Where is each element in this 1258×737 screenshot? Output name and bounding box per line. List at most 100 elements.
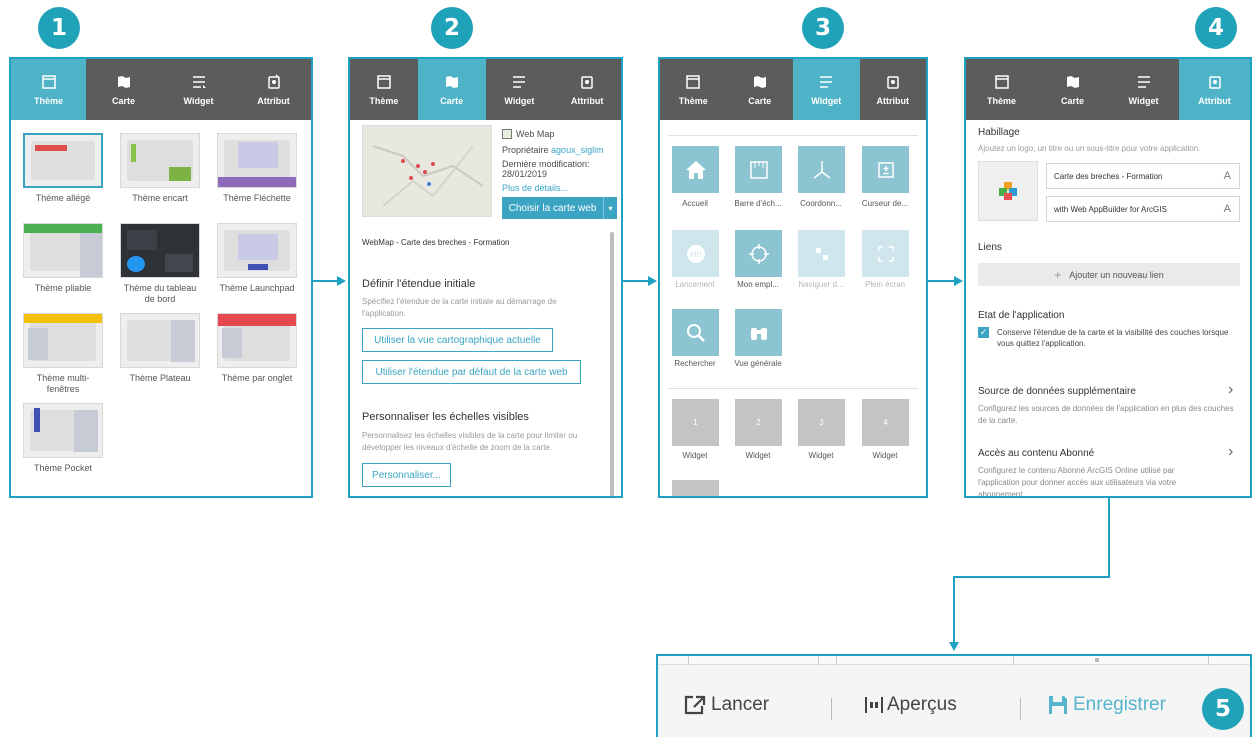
arrow-head (954, 276, 963, 286)
choose-webmap-button[interactable]: Choisir la carte web ▾ (502, 197, 617, 219)
theme-item[interactable]: Thème Pocket (23, 403, 103, 493)
tab-theme[interactable]: Thème (350, 59, 418, 120)
previews-button[interactable]: Aperçus (864, 694, 957, 716)
widget-search[interactable] (672, 309, 719, 356)
tab-widget[interactable]: Widget (161, 59, 236, 120)
theme-thumbnail[interactable] (217, 133, 297, 188)
tab-attribut[interactable]: Attribut (236, 59, 311, 120)
widget-navigate[interactable] (798, 230, 845, 277)
theme-thumbnail[interactable] (217, 313, 297, 368)
widget-slot[interactable]: 3 (798, 399, 845, 446)
theme-item[interactable]: Thème encart (120, 133, 200, 223)
widget-splash[interactable]: Hi! (672, 230, 719, 277)
widget-slot[interactable]: 1 (672, 399, 719, 446)
widget-fullscreen[interactable] (862, 230, 909, 277)
widget-overview[interactable] (735, 309, 782, 356)
font-style-icon[interactable]: A (1224, 203, 1231, 215)
default-extent-button[interactable]: Utiliser l'étendue par défaut de la cart… (362, 360, 581, 384)
theme-item[interactable]: Thème du tableau de bord (120, 223, 200, 313)
tab-attribut[interactable]: Attribut (1179, 59, 1250, 120)
tab-carte[interactable]: Carte (86, 59, 161, 120)
widget-slot-label: Widget (745, 451, 771, 460)
theme-item[interactable]: Thème allégé (23, 133, 103, 223)
theme-thumbnail[interactable] (120, 133, 200, 188)
theme-thumbnail[interactable] (120, 313, 200, 368)
widget-slider[interactable] (862, 146, 909, 193)
widget-home[interactable] (672, 146, 719, 193)
tab-label: Carte (111, 95, 135, 106)
theme-item[interactable]: Thème multi-fenêtres (23, 313, 103, 403)
state-checkbox[interactable]: ✓ (978, 327, 989, 338)
tab-theme[interactable]: Thème (966, 59, 1037, 120)
tab-carte[interactable]: Carte (1037, 59, 1108, 120)
widget-label: Accueil (682, 199, 708, 208)
theme-thumbnail[interactable] (217, 223, 297, 278)
tab-label: Widget (811, 95, 842, 106)
font-style-icon[interactable]: A (1224, 170, 1231, 182)
tab-bar: Thème Carte Widget Attribut (11, 59, 311, 120)
tab-theme[interactable]: Thème (660, 59, 727, 120)
tab-widget[interactable]: Widget (1108, 59, 1179, 120)
launch-button[interactable]: Lancer (683, 694, 769, 716)
save-button[interactable]: Enregistrer (1047, 694, 1166, 716)
tab-theme[interactable]: Thème (11, 59, 86, 120)
theme-thumbnail[interactable] (23, 223, 103, 278)
source-section[interactable]: Source de données supplémentaire › Confi… (966, 373, 1250, 425)
svg-text:Hi!: Hi! (690, 250, 701, 259)
widget-slot-label: Widget (872, 451, 898, 460)
tab-bar: Thème Carte Widget Attribut (350, 59, 621, 120)
theme-name: Thème Launchpad (219, 283, 295, 293)
tab-carte[interactable]: Carte (417, 59, 486, 120)
details-link[interactable]: Plus de détails... (502, 183, 568, 193)
logo-picker[interactable] (978, 161, 1038, 221)
theme-name: Thème Fléchette (223, 193, 291, 203)
widget-slot[interactable]: 2 (735, 399, 782, 446)
widget-panel: Thème Carte Widget Attribut Accueil Barr (658, 57, 928, 498)
owner-link[interactable]: agoux_siglim (551, 145, 604, 155)
tab-carte[interactable]: Carte (727, 59, 794, 120)
current-view-button[interactable]: Utiliser la vue cartographique actuelle (362, 328, 553, 352)
widget-coordinate[interactable] (798, 146, 845, 193)
attribute-icon (1208, 75, 1221, 89)
scrollbar[interactable] (610, 232, 614, 496)
theme-icon (377, 74, 391, 89)
theme-item[interactable]: Thème par onglet (217, 313, 297, 403)
tab-widget[interactable]: Widget (486, 59, 554, 120)
app-title-field[interactable]: Carte des breches - Formation A (1046, 163, 1240, 189)
theme-thumbnail[interactable] (120, 223, 200, 278)
theme-name: Thème du tableau de bord (123, 283, 197, 304)
tab-label: Carte (748, 95, 772, 106)
theme-item[interactable]: Thème Fléchette (217, 133, 297, 223)
theme-item[interactable]: Thème pliable (23, 223, 103, 313)
app-subtitle-field[interactable]: with Web AppBuilder for ArcGIS A (1046, 196, 1240, 222)
chevron-down-icon[interactable]: ▾ (603, 197, 617, 219)
state-checkbox-label: Conserve l'étendue de la carte et la vis… (997, 328, 1229, 348)
source-title: Source de données supplémentaire (978, 386, 1136, 397)
widget-my-location[interactable] (735, 230, 782, 277)
widget-scalebar[interactable] (735, 146, 782, 193)
customize-button[interactable]: Personnaliser... (362, 463, 451, 487)
add-link-button[interactable]: + Ajouter un nouveau lien (978, 263, 1240, 286)
widget-icon (820, 75, 833, 88)
tab-attribut[interactable]: Attribut (553, 59, 621, 120)
tab-attribut[interactable]: Attribut (860, 59, 927, 120)
theme-icon (994, 74, 1009, 89)
habillage-description: Ajoutez un logo, un titre ou un sous-tit… (978, 144, 1201, 153)
flow-connector (953, 576, 1110, 578)
theme-item[interactable]: Thème Launchpad (217, 223, 297, 313)
scalebar-icon (749, 160, 768, 179)
app-subtitle-value: with Web AppBuilder for ArcGIS (1054, 204, 1167, 214)
tab-widget[interactable]: Widget (793, 59, 860, 120)
widget-slot-partial[interactable] (672, 480, 719, 496)
subscriber-section[interactable]: Accès au contenu Abonné › Configurez le … (966, 435, 1250, 496)
widget-slot[interactable]: 4 (862, 399, 909, 446)
theme-thumbnail[interactable] (23, 133, 103, 188)
tab-label: Attribut (257, 95, 290, 106)
flow-arrow (623, 280, 650, 282)
save-label: Enregistrer (1073, 694, 1166, 715)
theme-item[interactable]: Thème Plateau (120, 313, 200, 403)
theme-thumbnail[interactable] (23, 313, 103, 368)
webmap-title: WebMap - Carte des breches - Formation (362, 238, 510, 247)
extent-heading: Définir l'étendue initiale (362, 278, 476, 290)
theme-thumbnail[interactable] (23, 403, 103, 458)
